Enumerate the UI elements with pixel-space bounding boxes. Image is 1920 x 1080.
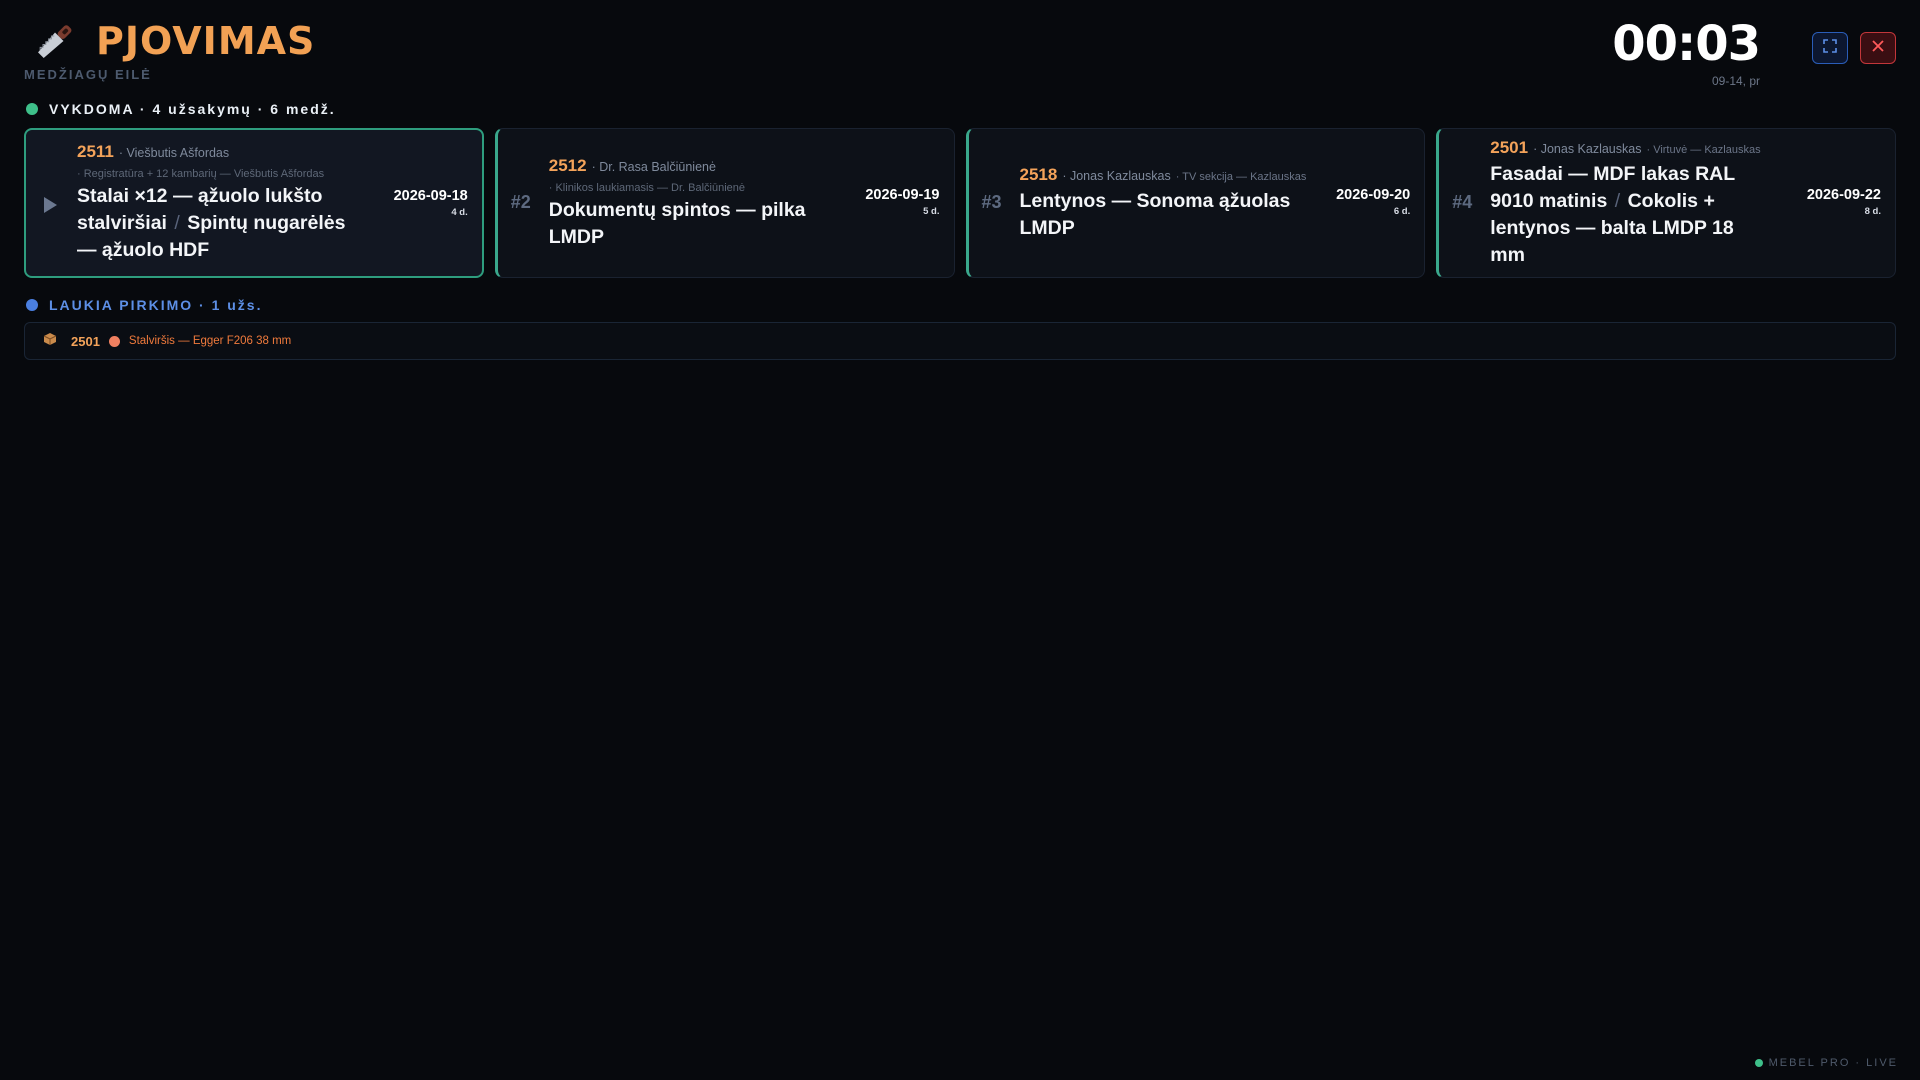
- item-separator: /: [1614, 189, 1621, 212]
- due-date: 2026-09-19: [865, 187, 940, 203]
- queue-position: #2: [510, 192, 531, 212]
- waiting-header: LAUKIA PIRKIMO · 1 užs.: [26, 297, 263, 313]
- waiting-item[interactable]: 2501 Stalviršis — Egger F206 38 mm: [24, 322, 1896, 360]
- queue-position: #4: [1452, 192, 1473, 212]
- order-card[interactable]: #3 2518 · Jonas Kazlauskas · TV sekcija …: [965, 128, 1426, 278]
- live-dot: [1754, 1059, 1763, 1067]
- order-title: Dokumentų spintos — pilka LMDP: [549, 197, 830, 251]
- order-item: Lentynos — Sonoma ąžuolas LMDP: [1019, 189, 1291, 239]
- days-left: 5 d.: [923, 206, 940, 217]
- order-title: Stalai ×12 — ąžuolo lukšto stalviršiai /…: [77, 183, 358, 264]
- clock-time: 00:03: [1612, 16, 1761, 72]
- order-due: 2026-09-19 5 d.: [865, 187, 939, 217]
- order-project: · Registratūra + 12 kambarių — Viešbutis…: [77, 168, 325, 180]
- order-cards: 2511 · Viešbutis Ašfordas · Registratūra…: [24, 128, 1896, 278]
- in-progress-header: VYKDOMA · 4 užsakymų · 6 medž.: [26, 101, 336, 117]
- waiting-order-id: 2501: [71, 333, 100, 349]
- footer-label: MEBEL PRO · LIVE: [1768, 1057, 1898, 1069]
- due-date: 2026-09-18: [393, 188, 468, 204]
- order-due: 2026-09-20 6 d.: [1336, 187, 1410, 217]
- order-card-header: 2518 · Jonas Kazlauskas · TV sekcija — K…: [1019, 164, 1307, 185]
- page-subtitle: MEDŽIAGŲ EILĖ: [24, 67, 152, 82]
- clock: 00:03 09-14, pr: [1612, 16, 1761, 88]
- material-dot: [108, 335, 120, 347]
- order-id: 2512: [548, 155, 587, 175]
- footer-status: MEBEL PRO · LIVE: [1754, 1057, 1898, 1069]
- status-dot-green: [26, 103, 38, 115]
- order-card-body: 2511 · Viešbutis Ašfordas · Registratūra…: [77, 130, 358, 276]
- order-title: Fasadai — MDF lakas RAL 9010 matinis / C…: [1490, 161, 1771, 269]
- order-card[interactable]: #4 2501 · Jonas Kazlauskas · Virtuvė — K…: [1436, 128, 1896, 278]
- order-card-body: 2512 · Dr. Rasa Balčiūnienė · Klinikos l…: [549, 129, 830, 277]
- days-left: 4 d.: [451, 207, 468, 218]
- order-project: · TV sekcija — Kazlauskas: [1175, 170, 1307, 183]
- order-card-header: 2501 · Jonas Kazlauskas · Virtuvė — Kazl…: [1490, 138, 1771, 158]
- order-due: 2026-09-22 8 d.: [1807, 187, 1881, 217]
- close-button[interactable]: [1860, 32, 1896, 64]
- page-title: PJOVIMAS: [96, 19, 316, 63]
- order-id: 2501: [1490, 137, 1529, 157]
- saw-icon: [32, 18, 78, 64]
- order-client: · Jonas Kazlauskas: [1062, 168, 1171, 183]
- order-card[interactable]: #2 2512 · Dr. Rasa Balčiūnienė · Kliniko…: [494, 128, 955, 278]
- clock-date: 09-14, pr: [1711, 74, 1760, 88]
- order-project: · Virtuvė — Kazlauskas: [1646, 143, 1761, 156]
- due-date: 2026-09-20: [1336, 187, 1411, 203]
- order-client: · Viešbutis Ašfordas: [118, 146, 230, 160]
- play-icon: [44, 197, 57, 213]
- order-card-header: 2511 · Viešbutis Ašfordas: [77, 142, 358, 162]
- days-left: 6 d.: [1393, 206, 1411, 217]
- order-item: Dokumentų spintos — pilka LMDP: [548, 198, 806, 248]
- waiting-material: Stalviršis — Egger F206 38 mm: [128, 335, 292, 347]
- brand: PJOVIMAS: [32, 18, 315, 64]
- fullscreen-icon: [1823, 38, 1837, 58]
- order-card[interactable]: 2511 · Viešbutis Ašfordas · Registratūra…: [24, 128, 484, 278]
- order-card-header: 2512 · Dr. Rasa Balčiūnienė: [549, 156, 830, 176]
- waiting-label: LAUKIA PIRKIMO · 1 užs.: [49, 297, 263, 313]
- order-title: Lentynos — Sonoma ąžuolas LMDP: [1020, 188, 1301, 242]
- order-project: · Klinikos laukiamasis — Dr. Balčiūnienė: [548, 181, 745, 194]
- order-id: 2518: [1019, 164, 1058, 184]
- days-left: 8 d.: [1864, 206, 1881, 217]
- in-progress-label: VYKDOMA · 4 užsakymų · 6 medž.: [49, 101, 336, 117]
- due-date: 2026-09-22: [1806, 187, 1881, 203]
- header: PJOVIMAS MEDŽIAGŲ EILĖ 00:03 09-14, pr: [24, 18, 1896, 88]
- item-separator: /: [174, 212, 180, 234]
- order-id: 2511: [77, 142, 114, 161]
- order-client: · Jonas Kazlauskas: [1533, 141, 1642, 156]
- order-card-body: 2518 · Jonas Kazlauskas · TV sekcija — K…: [1019, 129, 1307, 277]
- order-card-body: 2501 · Jonas Kazlauskas · Virtuvė — Kazl…: [1490, 129, 1771, 277]
- status-dot-blue: [26, 299, 38, 311]
- package-icon: [43, 332, 57, 351]
- fullscreen-button[interactable]: [1812, 32, 1848, 64]
- close-icon: [1871, 39, 1885, 58]
- order-due: 2026-09-18 4 d.: [394, 188, 468, 218]
- queue-position: #3: [981, 192, 1002, 212]
- order-client: · Dr. Rasa Balčiūnienė: [591, 159, 716, 174]
